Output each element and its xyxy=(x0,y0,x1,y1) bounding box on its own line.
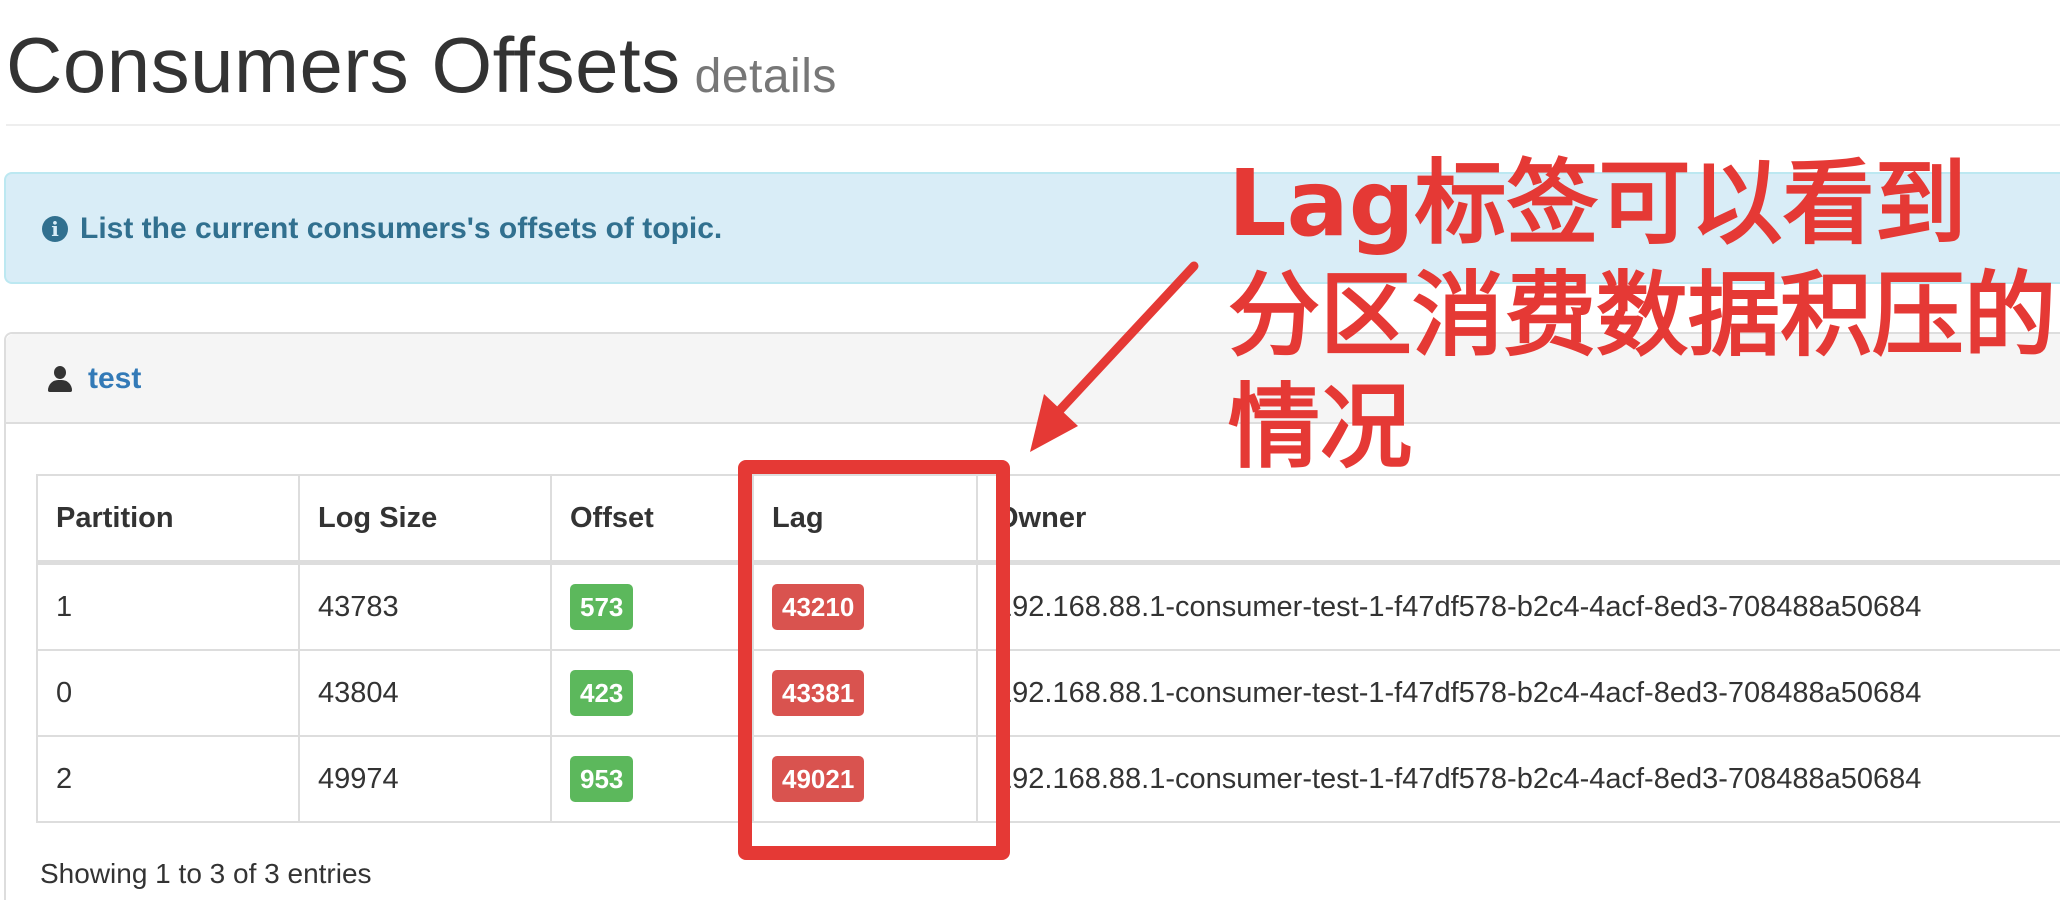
column-header-log-size[interactable]: Log Size xyxy=(298,474,552,565)
lag-badge: 43210 xyxy=(772,584,865,630)
partition-cell: 1 xyxy=(36,561,300,651)
user-icon xyxy=(48,366,72,392)
page-header: Consumers Offsets details xyxy=(6,14,2060,126)
consumer-group-link[interactable]: test xyxy=(88,362,141,396)
offset-badge: 953 xyxy=(570,756,634,802)
page-title: Consumers Offsets details xyxy=(6,20,837,111)
lag-cell: 43381 xyxy=(752,649,978,737)
lag-cell: 49021 xyxy=(752,735,978,823)
page: Consumers Offsets details i List the curr… xyxy=(0,0,2060,900)
offset-badge: 423 xyxy=(570,670,634,716)
column-header-offset[interactable]: Offset xyxy=(550,474,754,565)
info-circle-icon: i xyxy=(42,216,68,242)
offset-badge: 573 xyxy=(570,584,634,630)
table-row: 1 43783 573 43210 192.168.88.1-consumer-… xyxy=(36,561,2060,651)
alert-content: i List the current consumers's offsets o… xyxy=(42,212,722,246)
partition-cell: 2 xyxy=(36,735,300,823)
owner-cell: 192.168.88.1-consumer-test-1-f47df578-b2… xyxy=(976,649,2060,737)
annotation-line-2: 分区消费数据积压的 xyxy=(1228,262,2057,369)
lag-badge: 49021 xyxy=(772,756,865,802)
lag-badge: 43381 xyxy=(772,670,865,716)
lag-cell: 43210 xyxy=(752,561,978,651)
annotation-text: Lag标签可以看到 分区消费数据积压的 情况 xyxy=(1228,148,2057,484)
table-header-row: Partition Log Size Offset Lag Owner xyxy=(36,474,2060,565)
page-title-text: Consumers Offsets xyxy=(6,21,681,109)
offset-cell: 953 xyxy=(550,735,754,823)
page-subtitle: details xyxy=(694,50,837,103)
log-size-cell: 49974 xyxy=(298,735,552,823)
column-header-owner[interactable]: Owner xyxy=(976,474,2060,565)
owner-cell: 192.168.88.1-consumer-test-1-f47df578-b2… xyxy=(976,735,2060,823)
partition-cell: 0 xyxy=(36,649,300,737)
owner-cell: 192.168.88.1-consumer-test-1-f47df578-b2… xyxy=(976,561,2060,651)
annotation-line-3: 情况 xyxy=(1228,374,1413,481)
table-entries-info: Showing 1 to 3 of 3 entries xyxy=(40,858,372,889)
log-size-cell: 43783 xyxy=(298,561,552,651)
offsets-table: Partition Log Size Offset Lag Owner 1 43… xyxy=(36,474,2060,823)
column-header-lag[interactable]: Lag xyxy=(752,474,978,565)
offset-cell: 573 xyxy=(550,561,754,651)
panel-heading-content: test xyxy=(48,362,141,396)
annotation-line-1: Lag标签可以看到 xyxy=(1228,150,1967,257)
table-row: 2 49974 953 49021 192.168.88.1-consumer-… xyxy=(36,735,2060,823)
offset-cell: 423 xyxy=(550,649,754,737)
alert-message: List the current consumers's offsets of … xyxy=(80,212,723,245)
column-header-partition[interactable]: Partition xyxy=(36,474,300,565)
log-size-cell: 43804 xyxy=(298,649,552,737)
table-row: 0 43804 423 43381 192.168.88.1-consumer-… xyxy=(36,649,2060,737)
